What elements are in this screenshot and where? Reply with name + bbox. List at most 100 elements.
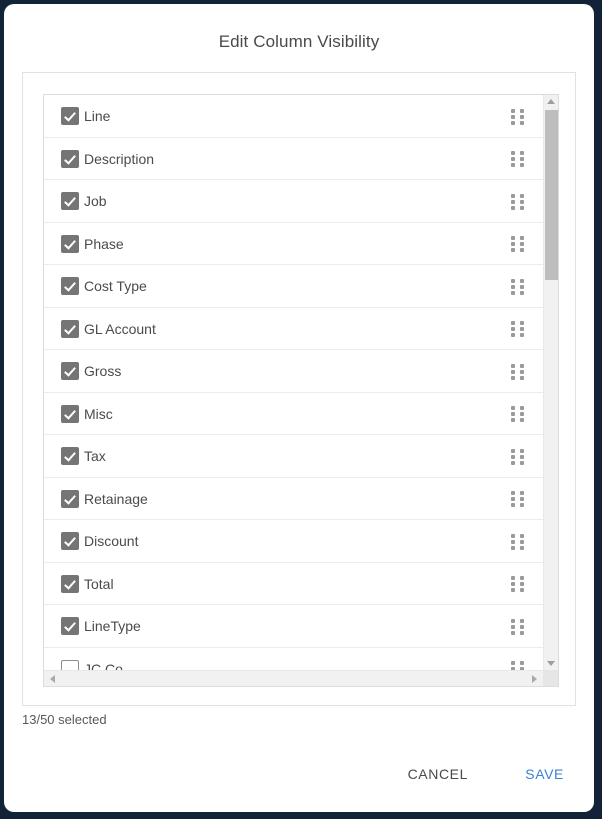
drag-handle-dot (520, 369, 524, 374)
drag-handle-dot (511, 539, 515, 544)
drag-handle-dot (520, 624, 524, 629)
drag-handle-dot (511, 199, 515, 204)
column-row[interactable]: LineType (44, 605, 543, 648)
column-row-control[interactable]: Discount (61, 520, 138, 563)
drag-handle-dot (520, 533, 524, 538)
checkbox-checked[interactable] (61, 234, 79, 253)
column-row[interactable]: Retainage (44, 477, 543, 521)
drag-handle-dot (511, 460, 515, 465)
column-row[interactable]: Tax (44, 435, 543, 478)
drag-handle-icon[interactable] (511, 491, 524, 507)
vertical-scrollbar[interactable] (543, 95, 558, 670)
column-row-control[interactable]: GL Account (61, 308, 156, 351)
drag-handle-dot (520, 588, 524, 592)
drag-handle-dot (511, 448, 515, 453)
drag-handle-icon[interactable] (511, 363, 524, 380)
drag-handle-dot (511, 375, 515, 380)
drag-handle-icon[interactable] (511, 576, 524, 592)
checkbox-checked[interactable] (61, 404, 79, 423)
drag-handle-dot (511, 157, 515, 161)
drag-handle-dot (520, 582, 524, 586)
drag-handle-icon[interactable] (511, 448, 524, 465)
checkbox-checked[interactable] (61, 362, 79, 381)
column-row-control[interactable]: LineType (61, 605, 141, 648)
caret-down-icon[interactable] (544, 656, 558, 670)
drag-handle-dot (511, 412, 515, 416)
column-row-control[interactable]: JC Co (61, 648, 123, 670)
drag-handle-dot (511, 193, 515, 198)
column-row-control[interactable]: Tax (61, 435, 106, 478)
column-list[interactable]: Line Description Job Phase Cost Type GL Accou… (44, 95, 543, 670)
column-row[interactable]: Gross (44, 350, 543, 393)
drag-handle-dot (520, 630, 524, 635)
drag-handle-dot (520, 576, 524, 580)
drag-handle-dot (520, 108, 524, 113)
drag-handle-dot (511, 163, 515, 167)
checkbox-checked[interactable] (61, 277, 79, 296)
column-row-control[interactable]: Job (61, 180, 107, 223)
checkbox-checked[interactable] (61, 617, 79, 636)
drag-handle-icon[interactable] (511, 618, 524, 635)
drag-handle-icon[interactable] (511, 193, 524, 210)
save-button[interactable]: SAVE (525, 764, 564, 784)
drag-handle-dot (520, 539, 524, 544)
column-row-control[interactable]: Line (61, 95, 110, 138)
drag-handle-icon[interactable] (511, 406, 524, 422)
drag-handle-icon[interactable] (511, 151, 524, 167)
column-row[interactable]: Total (44, 562, 543, 606)
column-label: Phase (84, 235, 124, 252)
checkbox-checked[interactable] (61, 319, 79, 338)
column-row-control[interactable]: Misc (61, 393, 113, 436)
drag-handle-dot (520, 157, 524, 161)
column-row[interactable]: Cost Type (44, 265, 543, 308)
drag-handle-dot (520, 618, 524, 623)
column-label: Job (84, 193, 107, 210)
drag-handle-dot (520, 406, 524, 410)
drag-handle-icon[interactable] (511, 533, 524, 550)
checkbox-checked[interactable] (61, 574, 79, 593)
column-row[interactable]: JC Co (44, 647, 543, 670)
column-row[interactable]: Phase (44, 222, 543, 266)
drag-handle-dot (520, 497, 524, 501)
drag-handle-dot (520, 242, 524, 246)
caret-right-icon[interactable] (527, 672, 541, 686)
column-row[interactable]: Misc (44, 392, 543, 436)
drag-handle-dot (511, 284, 515, 289)
horizontal-scrollbar[interactable] (44, 670, 543, 686)
column-row[interactable]: GL Account (44, 307, 543, 351)
column-row-control[interactable]: Description (61, 138, 154, 181)
checkbox-checked[interactable] (61, 149, 79, 168)
drag-handle-icon[interactable] (511, 321, 524, 337)
column-row-control[interactable]: Phase (61, 223, 124, 266)
checkbox-unchecked[interactable] (61, 659, 79, 670)
column-label: Tax (84, 448, 106, 465)
selected-count-label: 13/50 selected (22, 712, 107, 727)
caret-left-icon[interactable] (46, 672, 60, 686)
checkbox-checked[interactable] (61, 107, 79, 126)
drag-handle-icon[interactable] (511, 108, 524, 125)
column-row-control[interactable]: Gross (61, 350, 121, 393)
drag-handle-dot (520, 545, 524, 550)
checkbox-checked[interactable] (61, 532, 79, 551)
caret-up-icon[interactable] (544, 95, 558, 109)
column-row[interactable]: Description (44, 137, 543, 181)
cancel-button[interactable]: CANCEL (408, 764, 468, 784)
column-row[interactable]: Line (44, 95, 543, 138)
column-label: LineType (84, 618, 141, 635)
column-row[interactable]: Discount (44, 520, 543, 563)
checkbox-checked[interactable] (61, 447, 79, 466)
column-row-control[interactable]: Cost Type (61, 265, 147, 308)
drag-handle-icon[interactable] (511, 661, 524, 670)
drag-handle-icon[interactable] (511, 236, 524, 252)
checkbox-checked[interactable] (61, 489, 79, 508)
checkbox-checked[interactable] (61, 192, 79, 211)
column-row[interactable]: Job (44, 180, 543, 223)
drag-handle-icon[interactable] (511, 278, 524, 295)
vertical-scrollbar-thumb[interactable] (545, 110, 558, 280)
drag-handle-dot (520, 290, 524, 295)
drag-handle-dot (511, 120, 515, 125)
drag-handle-dot (511, 624, 515, 629)
drag-handle-dot (511, 491, 515, 495)
column-row-control[interactable]: Retainage (61, 478, 148, 521)
column-row-control[interactable]: Total (61, 563, 114, 606)
